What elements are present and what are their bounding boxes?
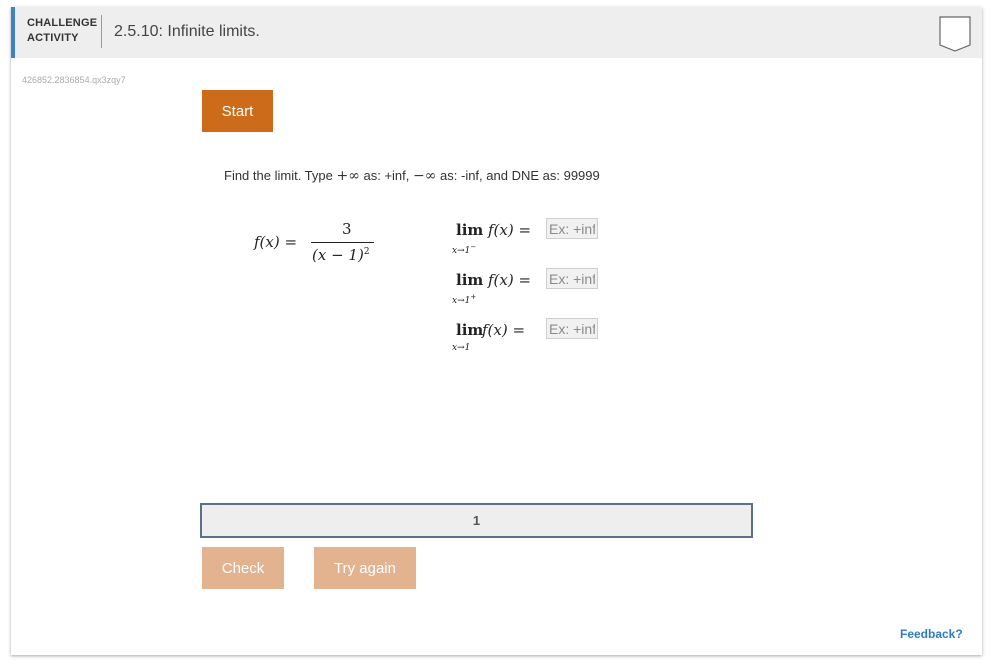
limit-left-subscript: x→1− [452,243,476,256]
fraction-numerator: 3 [342,220,352,238]
activity-id: 426852.2836854.qx3zqy7 [22,75,126,85]
limit-two-sided-subscript: x→1 [452,343,470,353]
activity-type-label: CHALLENGE ACTIVITY [27,16,97,46]
progress-level-indicator: 1 [200,503,753,538]
activity-type-line1: CHALLENGE [27,17,98,29]
challenge-activity-card: CHALLENGE ACTIVITY 2.5.10: Infinite limi… [11,7,982,655]
limit-right-sub-sign: + [470,293,477,301]
limit-right-answer-input[interactable] [546,268,598,289]
fraction-denominator: (x − 1)2 [312,246,370,264]
limit-two-sided: lim x→1 f(x) = [452,318,612,361]
limit-left-lim: lim [456,221,484,239]
limit-left-sub-sign: − [470,243,477,251]
fraction-denominator-exponent: 2 [363,247,370,257]
limit-two-sided-expression: f(x) = [482,321,526,339]
limit-right-expression: f(x) = [488,271,532,289]
activity-header: CHALLENGE ACTIVITY 2.5.10: Infinite limi… [11,7,982,58]
limit-two-sided-sub-text: x→1 [452,343,471,353]
plus-infinity-symbol: +∞ [336,168,360,184]
instructions-part1: Find the limit. Type [224,168,337,183]
limit-left-answer-input[interactable] [546,218,598,239]
function-lhs-text: f(x) = [254,233,298,251]
header-accent-bar [11,7,15,58]
bookmark-icon[interactable] [939,16,971,52]
function-definition: f(x) = 3 (x − 1)2 [254,220,384,270]
try-again-button[interactable]: Try again [314,547,416,589]
limit-two-sided-answer-input[interactable] [546,318,598,339]
limit-right-subscript: x→1+ [452,293,476,306]
fraction-denominator-base: (x − 1) [312,246,364,264]
fraction-bar [311,242,374,243]
limit-right-sub-text: x→1 [452,296,471,306]
minus-infinity-symbol: −∞ [413,168,437,184]
limit-right: lim x→1+ f(x) = [452,268,612,311]
limit-left-sub-text: x→1 [452,246,471,256]
activity-title: 2.5.10: Infinite limits. [114,23,260,40]
instructions-part3: as: -inf, and DNE as: 99999 [436,168,600,183]
limit-left: lim x→1− f(x) = [452,218,612,261]
check-button[interactable]: Check [202,547,284,589]
limit-right-lim: lim [456,271,484,289]
activity-type-line2: ACTIVITY [27,32,79,44]
header-divider [101,15,102,48]
function-lhs: f(x) = [254,233,297,251]
start-button[interactable]: Start [202,90,273,132]
feedback-link[interactable]: Feedback? [900,627,963,641]
instructions-text: Find the limit. Type +∞ as: +inf, −∞ as:… [224,168,600,184]
limit-left-expression: f(x) = [488,221,532,239]
instructions-part2: as: +inf, [359,168,414,183]
limit-two-sided-lim: lim [456,321,484,339]
progress-level-number: 1 [472,513,481,528]
